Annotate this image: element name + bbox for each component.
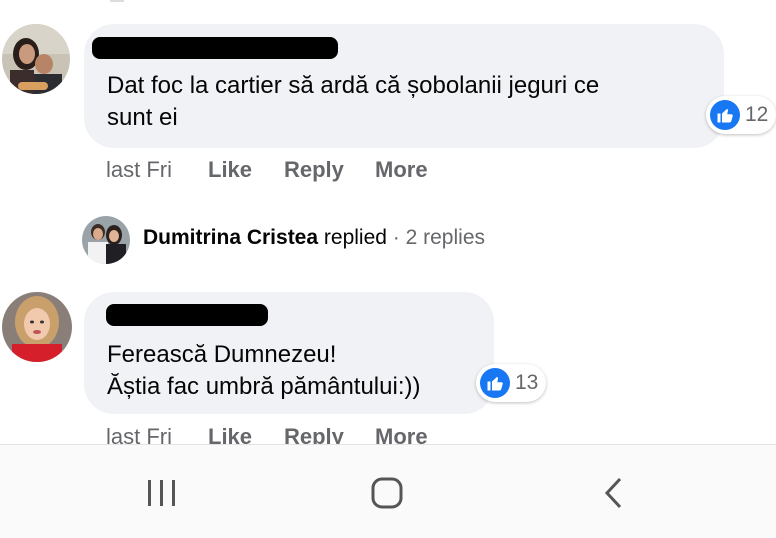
commenter-avatar[interactable] [2,292,72,362]
like-button[interactable]: Like [208,157,252,183]
replies-summary[interactable]: Dumitrina Cristea replied · 2 replies [143,226,485,250]
redacted-author-name [106,304,268,326]
reaction-count: 13 [515,371,539,394]
replies-count[interactable]: 2 replies [406,226,485,249]
replied-label: replied [323,226,387,249]
reply-button[interactable]: Reply [284,157,344,183]
system-navigation-bar [0,444,776,538]
home-icon[interactable] [370,476,404,515]
more-button[interactable]: More [375,157,428,183]
reaction-count: 12 [745,103,769,126]
recents-icon[interactable] [146,478,178,513]
back-icon[interactable] [602,476,626,515]
top-divider [110,0,124,2]
separator-dot: · [392,226,400,249]
comment-text: Ferească Dumnezeu! Ăștia fac umbră pămân… [107,341,421,400]
timestamp[interactable]: last Fri [106,157,172,183]
redacted-author-name [92,37,338,59]
replier-name[interactable]: Dumitrina Cristea [143,226,318,249]
thumbs-up-icon [480,368,510,398]
replier-avatar[interactable] [82,216,130,264]
reaction-summary[interactable]: 13 [476,364,547,402]
reaction-summary[interactable]: 12 [706,96,776,134]
commenter-avatar[interactable] [2,24,70,94]
thumbs-up-icon [710,100,740,130]
comment-text: Dat foc la cartier să ardă că șobolanii … [107,72,600,131]
